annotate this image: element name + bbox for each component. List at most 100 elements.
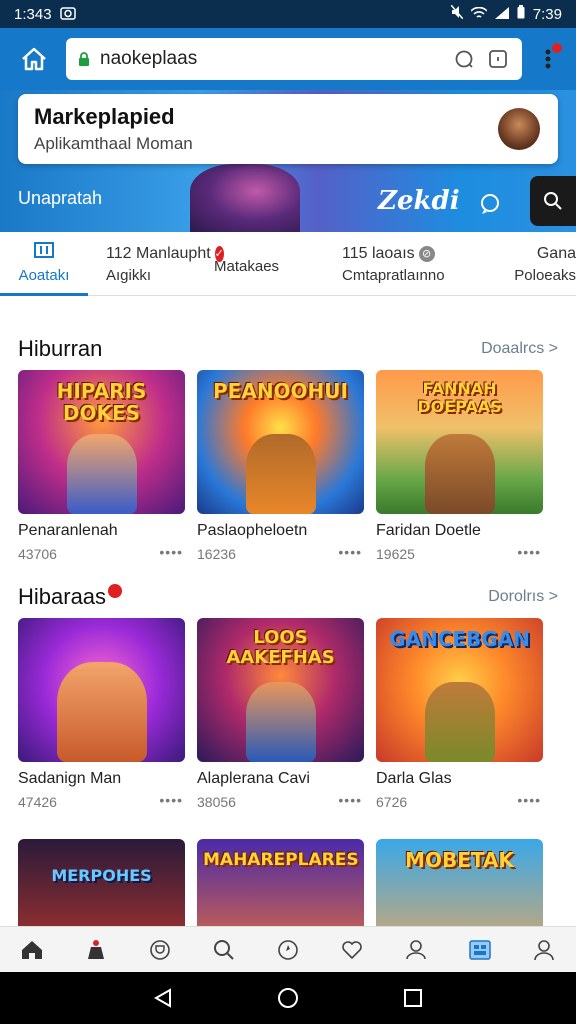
- more-options-icon[interactable]: ••••: [338, 544, 362, 560]
- reload-icon[interactable]: [452, 47, 476, 71]
- game-card[interactable]: MAHAREPLARES: [197, 839, 364, 926]
- more-options-icon[interactable]: ••••: [159, 544, 183, 560]
- game-thumbnail[interactable]: GANCEBGAN: [376, 618, 543, 762]
- game-card[interactable]: Sadanign Man 47426 ••••: [18, 618, 185, 810]
- hero-card[interactable]: Markeplapied Aplikamthaal Moman: [18, 94, 558, 164]
- game-card[interactable]: LOOS AAKEFHAS Alaplerana Cavi 38056 ••••: [197, 618, 364, 810]
- game-thumbnail[interactable]: [18, 618, 185, 762]
- more-options-icon[interactable]: ••••: [338, 792, 362, 808]
- battery-icon: [517, 5, 525, 23]
- camera-icon: [59, 6, 76, 23]
- back-icon: [153, 988, 171, 1008]
- signal-icon: [494, 6, 509, 23]
- circle-home-icon: [277, 988, 298, 1008]
- tab-top-text: 115 laoaıs: [342, 244, 415, 262]
- bottom-navigation: [0, 926, 576, 972]
- game-character-image: [245, 682, 316, 762]
- search-icon: [214, 939, 234, 960]
- tab-games[interactable]: 112 Manlaupht ✓ Aıgikkı: [88, 232, 224, 296]
- nav-trophy[interactable]: [140, 930, 180, 970]
- nav-profile[interactable]: [524, 930, 564, 970]
- game-thumbnail[interactable]: PEANOOHUI: [197, 370, 364, 514]
- card-row: MERPOHES MAHAREPLARES MOBETAK: [18, 839, 560, 926]
- nav-apps[interactable]: [460, 930, 500, 970]
- more-options-icon[interactable]: ••••: [159, 792, 183, 808]
- avatar[interactable]: [498, 108, 540, 150]
- section-title: Hibaraas: [18, 584, 123, 610]
- game-thumbnail[interactable]: HIPARIS DOKES: [18, 370, 185, 514]
- game-thumbnail[interactable]: FANNAH DOEPAAS: [376, 370, 543, 514]
- game-card[interactable]: MERPOHES: [18, 839, 185, 926]
- game-thumbnail[interactable]: MERPOHES: [18, 839, 185, 926]
- tab-top-label: 112 Manlaupht ✓: [106, 245, 224, 263]
- system-navigation: [0, 972, 576, 1024]
- tab-label: Poloeaks: [514, 266, 576, 284]
- tab-top-text: 112 Manlaupht: [106, 244, 211, 262]
- status-bar: 1:343 7:39: [0, 0, 576, 28]
- game-thumbnail[interactable]: MOBETAK: [376, 839, 543, 926]
- tab-top-label: 115 laoaıs ⊘: [342, 245, 470, 263]
- home-icon: [22, 940, 42, 959]
- game-art-title: MOBETAK: [405, 848, 514, 872]
- store-icon: [88, 939, 104, 959]
- tabs-icon[interactable]: [486, 47, 510, 71]
- tab-categories[interactable]: 115 laoaıs ⊘ Cmtapratlaınno: [324, 232, 488, 296]
- recents-button[interactable]: [393, 978, 433, 1018]
- tab-apps[interactable]: Aoatakı: [0, 232, 88, 296]
- browser-menu-button[interactable]: [532, 37, 564, 81]
- nav-community[interactable]: [396, 930, 436, 970]
- see-more-link[interactable]: Dorolrıs >: [488, 588, 558, 606]
- hero-search-button[interactable]: [530, 176, 576, 226]
- game-thumbnail[interactable]: LOOS AAKEFHAS: [197, 618, 364, 762]
- section-title: Hiburran: [18, 336, 103, 361]
- url-text[interactable]: naokeplaas: [100, 48, 442, 70]
- search-icon: [544, 192, 562, 210]
- game-card[interactable]: HIPARIS DOKES Penaranlenah 43706 ••••: [18, 370, 185, 562]
- recents-icon: [404, 989, 423, 1007]
- nav-explore[interactable]: [268, 930, 308, 970]
- home-system-button[interactable]: [268, 978, 308, 1018]
- game-title: Faridan Doetle: [376, 522, 481, 539]
- chat-icon: [481, 194, 499, 214]
- url-bar[interactable]: naokeplaas: [66, 38, 522, 80]
- game-character-image: [424, 434, 495, 514]
- game-character-image: [424, 682, 495, 762]
- hero-label: Unapratah: [18, 188, 103, 208]
- card-row: HIPARIS DOKES Penaranlenah 43706 •••• PE…: [18, 370, 560, 562]
- lock-icon: [78, 52, 90, 66]
- hero-character-image: [190, 164, 300, 232]
- see-more-link[interactable]: Doaalrcs >: [481, 340, 558, 358]
- nav-favorites[interactable]: [332, 930, 372, 970]
- section-hiburran: Hiburran Doaalrcs > HIPARIS DOKES Penara…: [0, 330, 576, 562]
- game-card[interactable]: PEANOOHUI Paslaopheloetn 16236 ••••: [197, 370, 364, 562]
- back-button[interactable]: [143, 978, 183, 1018]
- browser-toolbar: naokeplaas: [0, 28, 576, 90]
- game-card[interactable]: MOBETAK: [376, 839, 543, 926]
- chat-button[interactable]: [476, 190, 504, 218]
- more-options-icon[interactable]: ••••: [517, 792, 541, 808]
- home-button[interactable]: [12, 37, 56, 81]
- tab-more[interactable]: Gana Poloeaks: [488, 232, 576, 296]
- game-title: Alaplerana Cavi: [197, 770, 310, 787]
- nav-store[interactable]: [76, 930, 116, 970]
- hero-banner: Markeplapied Aplikamthaal Moman Unaprata…: [0, 90, 576, 232]
- game-card[interactable]: GANCEBGAN Darla Glas 6726 ••••: [376, 618, 543, 810]
- category-tabs: Aoatakı 112 Manlaupht ✓ Aıgikkı Matakaes …: [0, 232, 576, 296]
- status-left: 1:343: [14, 6, 76, 23]
- nav-home[interactable]: [12, 930, 52, 970]
- game-title: Darla Glas: [376, 770, 452, 787]
- card-row: Sadanign Man 47426 •••• LOOS AAKEFHAS Al…: [18, 618, 560, 810]
- home-icon: [22, 47, 46, 71]
- section-badge: [108, 584, 123, 598]
- more-options-icon[interactable]: ••••: [517, 544, 541, 560]
- nav-search[interactable]: [204, 930, 244, 970]
- game-card[interactable]: FANNAH DOEPAAS Faridan Doetle 19625 ••••: [376, 370, 543, 562]
- content-feed[interactable]: Hiburran Doaalrcs > HIPARIS DOKES Penara…: [0, 296, 576, 926]
- hero-title: Markeplapied: [34, 104, 175, 129]
- game-art-title: FANNAH DOEPAAS: [417, 379, 502, 416]
- game-art-title: PEANOOHUI: [213, 379, 348, 403]
- notification-badge: [552, 43, 562, 53]
- apps-icon: [469, 939, 491, 960]
- tab-matakaes[interactable]: Matakaes: [214, 232, 324, 296]
- game-thumbnail[interactable]: MAHAREPLARES: [197, 839, 364, 926]
